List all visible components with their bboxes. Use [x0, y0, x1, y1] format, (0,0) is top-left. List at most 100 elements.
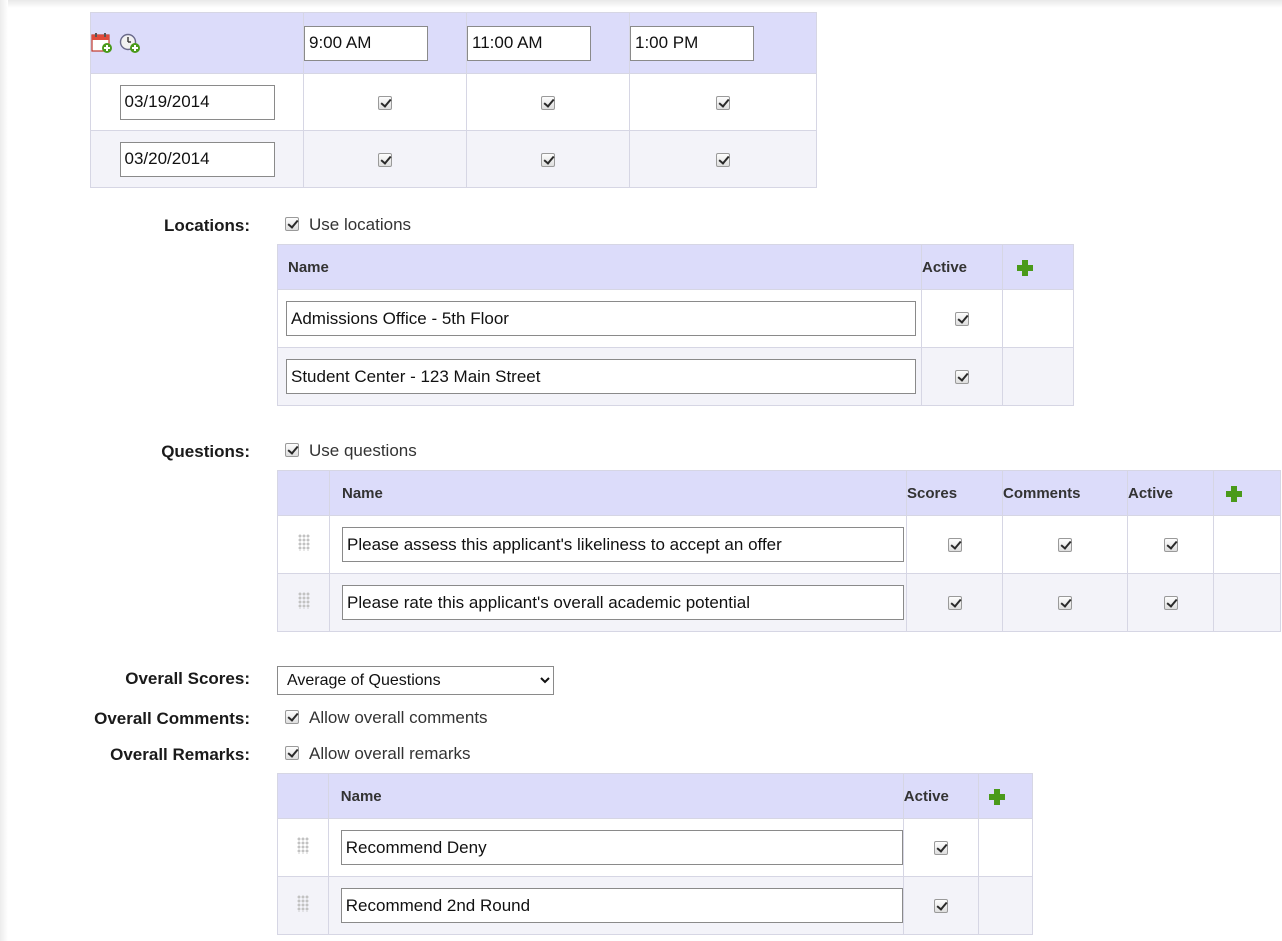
questions-active-header: Active	[1127, 470, 1214, 516]
locations-label: Locations:	[164, 216, 250, 235]
remark-name-input[interactable]	[340, 830, 903, 865]
time-input-2[interactable]	[467, 25, 591, 61]
slot-cell	[629, 73, 817, 131]
use-locations-text: Use locations	[309, 215, 412, 234]
time-column-2	[466, 12, 630, 74]
question-active-checkbox[interactable]	[1163, 596, 1178, 611]
use-questions-option[interactable]: Use questions	[285, 441, 417, 461]
question-scores-cell	[906, 573, 1003, 632]
remark-active-cell	[902, 876, 979, 935]
question-name-cell	[329, 573, 907, 632]
location-name-input[interactable]	[286, 301, 916, 336]
date-input-2[interactable]	[119, 141, 275, 177]
slot-cell	[466, 130, 630, 188]
slot-checkbox[interactable]	[716, 95, 730, 110]
slot-cell	[303, 130, 467, 188]
add-remark-plus-icon[interactable]	[988, 788, 1005, 805]
date-input-1[interactable]	[119, 84, 275, 120]
overall-scores-label: Overall Scores:	[125, 669, 250, 688]
slot-cell	[303, 73, 467, 131]
question-comments-checkbox[interactable]	[1058, 538, 1072, 553]
question-scores-cell	[906, 515, 1003, 574]
question-scores-checkbox[interactable]	[947, 538, 962, 553]
time-input-3[interactable]	[630, 25, 754, 61]
overall-comments-checkbox[interactable]	[285, 709, 299, 724]
question-scores-checkbox[interactable]	[947, 596, 962, 611]
drag-handle-icon[interactable]	[296, 836, 309, 854]
remark-name-cell	[327, 876, 904, 935]
remark-drag-cell	[277, 876, 329, 935]
schedule-date-row-2	[90, 130, 817, 188]
use-questions-checkbox[interactable]	[285, 442, 299, 457]
location-row	[277, 347, 1074, 406]
remark-row	[277, 876, 1034, 935]
remark-active-checkbox[interactable]	[933, 899, 948, 914]
slot-checkbox[interactable]	[541, 152, 555, 167]
questions-table: Name Scores Comments Active	[277, 470, 1281, 632]
location-row	[277, 289, 1074, 348]
location-name-cell	[277, 289, 922, 348]
add-location-plus-icon[interactable]	[1017, 259, 1033, 276]
question-active-checkbox[interactable]	[1163, 538, 1178, 553]
date-cell	[90, 73, 304, 131]
slot-cell	[466, 73, 630, 131]
remark-empty-cell	[977, 876, 1034, 935]
remarks-add-cell	[977, 773, 1034, 819]
slot-checkbox[interactable]	[378, 152, 392, 167]
questions-header-row: Name Scores Comments Active	[277, 470, 1281, 516]
question-row	[277, 515, 1281, 574]
question-comments-cell	[1002, 515, 1128, 574]
schedule-corner-cell	[90, 12, 304, 74]
remarks-header-row: Name Active	[277, 773, 1034, 819]
questions-drag-header	[277, 470, 330, 516]
remark-active-cell	[902, 818, 979, 877]
remark-drag-cell	[277, 818, 329, 877]
location-name-input[interactable]	[286, 359, 916, 394]
location-active-checkbox[interactable]	[955, 312, 969, 327]
use-questions-text: Use questions	[309, 441, 417, 460]
question-empty-cell	[1213, 573, 1281, 632]
slot-cell	[629, 130, 817, 188]
locations-add-cell	[1002, 244, 1074, 290]
calendar-add-icon[interactable]	[91, 32, 113, 54]
question-row	[277, 573, 1281, 632]
overall-comments-label: Overall Comments:	[94, 709, 250, 728]
remarks-drag-header	[277, 773, 329, 819]
location-active-cell	[921, 289, 1003, 348]
use-locations-checkbox[interactable]	[285, 216, 299, 231]
location-empty-cell	[1002, 289, 1074, 348]
drag-handle-icon[interactable]	[297, 591, 310, 609]
questions-label: Questions:	[161, 442, 250, 461]
overall-comments-option[interactable]: Allow overall comments	[285, 708, 488, 728]
add-question-plus-icon[interactable]	[1226, 485, 1242, 502]
time-column-1	[303, 12, 467, 74]
page-edge-shadow-top	[0, 0, 1282, 8]
question-drag-cell	[277, 515, 330, 574]
question-drag-cell	[277, 573, 330, 632]
use-locations-option[interactable]: Use locations	[285, 215, 411, 235]
remark-empty-cell	[977, 818, 1034, 877]
overall-remarks-checkbox[interactable]	[285, 745, 299, 760]
remark-name-input[interactable]	[340, 888, 903, 923]
locations-table: Name Active	[277, 244, 1074, 406]
time-column-3	[629, 12, 817, 74]
slot-checkbox[interactable]	[541, 95, 555, 110]
slot-checkbox[interactable]	[378, 95, 392, 110]
location-active-cell	[921, 347, 1003, 406]
question-comments-checkbox[interactable]	[1058, 596, 1072, 611]
remark-active-checkbox[interactable]	[933, 841, 948, 856]
time-input-1[interactable]	[304, 25, 428, 61]
drag-handle-icon[interactable]	[296, 894, 309, 912]
overall-remarks-option[interactable]: Allow overall remarks	[285, 744, 471, 764]
question-name-input[interactable]	[342, 585, 904, 620]
location-active-checkbox[interactable]	[955, 370, 969, 385]
clock-add-icon[interactable]	[119, 32, 141, 54]
overall-scores-select[interactable]: Average of Questions	[277, 666, 554, 695]
locations-active-header: Active	[921, 244, 1003, 290]
location-name-cell	[277, 347, 922, 406]
question-name-input[interactable]	[342, 527, 904, 562]
question-comments-cell	[1002, 573, 1128, 632]
remarks-table: Name Active	[277, 773, 1034, 935]
drag-handle-icon[interactable]	[297, 533, 310, 551]
slot-checkbox[interactable]	[716, 152, 730, 167]
